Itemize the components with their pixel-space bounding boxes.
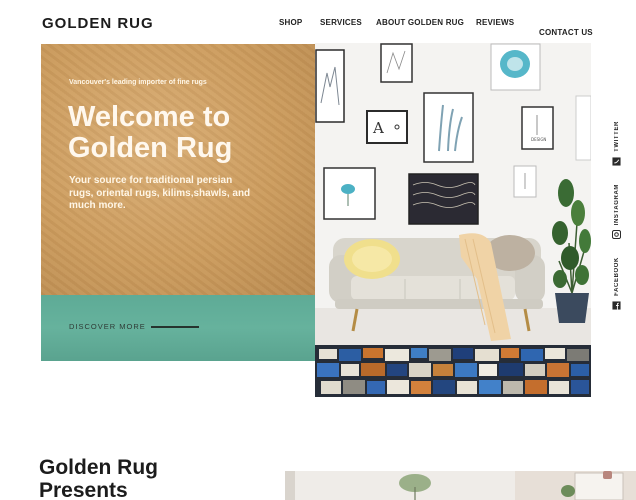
facebook-icon (612, 301, 621, 310)
social-instagram-label: INSTAGRAM (613, 184, 620, 226)
discover-more-link[interactable]: DISCOVER MORE (69, 322, 199, 331)
nav-contact[interactable]: CONTACT US (539, 28, 593, 37)
hero-subtitle: Your source for traditional persian rugs… (69, 175, 251, 211)
social-facebook-label: FACEBOOK (613, 257, 620, 296)
nav-reviews[interactable]: REVIEWS (476, 18, 514, 27)
hero-tagline: Vancouver's leading importer of fine rug… (69, 79, 207, 86)
twitter-icon (612, 157, 621, 166)
hero-cta-band: DISCOVER MORE (41, 295, 315, 361)
discover-more-label: DISCOVER MORE (69, 322, 146, 331)
nav-about[interactable]: ABOUT GOLDEN RUG (376, 18, 464, 27)
svg-text:A: A (372, 119, 384, 137)
arrow-line-icon (150, 325, 199, 328)
hero-living-room-photo: A DESIGN (315, 43, 591, 397)
frame-caption: DESIGN (531, 137, 546, 142)
social-facebook[interactable]: FACEBOOK (612, 257, 621, 310)
nav-shop[interactable]: SHOP (279, 18, 302, 27)
nav-services[interactable]: SERVICES (320, 18, 362, 27)
hero-panel: Vancouver's leading importer of fine rug… (41, 44, 315, 295)
social-instagram[interactable]: INSTAGRAM (612, 184, 621, 240)
instagram-icon (612, 230, 621, 240)
brand-logo[interactable]: GOLDEN RUG (42, 15, 154, 32)
social-twitter[interactable]: TWITTER (612, 121, 621, 166)
presents-photo (285, 471, 636, 500)
hero-title: Welcome to Golden Rug (68, 101, 233, 164)
section-heading: Golden Rug Presents (39, 456, 158, 500)
social-twitter-label: TWITTER (613, 121, 620, 152)
